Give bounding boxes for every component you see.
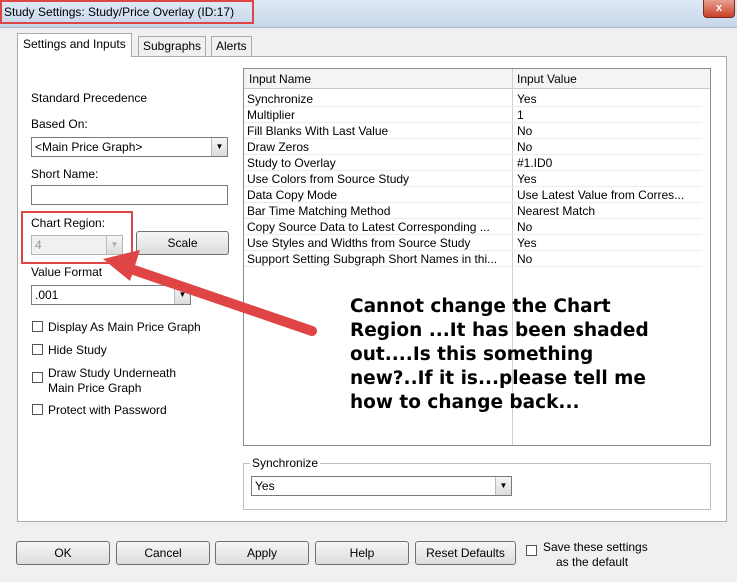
input-name-cell: Bar Time Matching Method: [247, 204, 391, 218]
hide-study-label: Hide Study: [48, 343, 107, 357]
input-name-cell: Study to Overlay: [247, 156, 336, 170]
input-value-cell[interactable]: No: [517, 220, 702, 234]
annotation-line: new?..If it is...please tell me: [350, 368, 646, 389]
chevron-down-icon: ▼: [211, 138, 227, 156]
protect-with-password-label: Protect with Password: [48, 403, 167, 417]
apply-button[interactable]: Apply: [215, 541, 309, 565]
value-format-select[interactable]: .001 ▼: [31, 285, 191, 305]
based-on-value: <Main Price Graph>: [35, 140, 143, 154]
ok-button[interactable]: OK: [16, 541, 110, 565]
table-row[interactable]: Copy Source Data to Latest Corresponding…: [244, 219, 702, 235]
tab-subgraphs[interactable]: Subgraphs: [138, 36, 207, 56]
input-name-cell: Use Colors from Source Study: [247, 172, 410, 186]
table-row[interactable]: Data Copy Mode Use Latest Value from Corr…: [244, 187, 702, 203]
hide-study-checkbox[interactable]: [32, 344, 43, 355]
synchronize-group-title: Synchronize: [250, 456, 321, 470]
annotation-line: Cannot change the Chart: [350, 296, 611, 317]
input-name-cell: Copy Source Data to Latest Corresponding…: [247, 220, 490, 234]
value-format-value: .001: [35, 288, 59, 302]
table-row[interactable]: Bar Time Matching Method Nearest Match: [244, 203, 702, 219]
annotation-line: how to change back...: [350, 392, 580, 413]
based-on-select[interactable]: <Main Price Graph> ▼: [31, 137, 228, 157]
table-row[interactable]: Study to Overlay #1.ID0: [244, 155, 702, 171]
draw-study-underneath-checkbox[interactable]: [32, 372, 43, 383]
input-value-cell[interactable]: No: [517, 252, 702, 266]
column-header-input-value[interactable]: Input Value: [517, 72, 577, 86]
grid-header: Input Name Input Value: [244, 69, 710, 89]
synchronize-select[interactable]: Yes ▼: [251, 476, 512, 496]
input-name-cell: Data Copy Mode: [247, 188, 338, 202]
input-name-cell: Fill Blanks With Last Value: [247, 124, 389, 138]
short-name-label: Short Name:: [31, 167, 99, 181]
close-button[interactable]: x: [703, 0, 735, 18]
table-row[interactable]: Use Styles and Widths from Source Study Y…: [244, 235, 702, 251]
input-name-cell: Multiplier: [247, 108, 296, 122]
table-row[interactable]: Support Setting Subgraph Short Names in …: [244, 251, 702, 267]
synchronize-value: Yes: [255, 479, 275, 493]
synchronize-group: Synchronize Yes ▼: [243, 456, 711, 510]
table-row[interactable]: Synchronize Yes: [244, 91, 702, 107]
display-as-main-price-graph-checkbox[interactable]: [32, 321, 43, 332]
table-row[interactable]: Draw Zeros No: [244, 139, 702, 155]
column-header-input-name[interactable]: Input Name: [249, 72, 311, 86]
standard-precedence-label: Standard Precedence: [31, 91, 148, 105]
chevron-down-icon: ▼: [174, 286, 190, 304]
draw-study-underneath-label: Draw Study Underneath: [48, 366, 177, 380]
input-value-cell[interactable]: Yes: [517, 92, 702, 106]
save-as-default-label: Save these settings: [543, 540, 648, 554]
input-value-cell[interactable]: 1: [517, 108, 702, 122]
close-icon: x: [715, 2, 723, 14]
tab-alerts[interactable]: Alerts: [211, 36, 252, 56]
help-button[interactable]: Help: [315, 541, 409, 565]
display-as-main-price-graph-label: Display As Main Price Graph: [48, 320, 201, 334]
save-as-default-label-line2: as the default: [556, 555, 629, 569]
input-value-cell[interactable]: Yes: [517, 236, 702, 250]
title-highlight-box: [0, 0, 254, 24]
chart-region-highlight-box: [21, 211, 133, 264]
draw-study-underneath-label-line2: Main Price Graph: [48, 381, 142, 395]
annotation-text: Cannot change the Chart Region ...It has…: [350, 295, 710, 415]
input-value-cell[interactable]: Nearest Match: [517, 204, 702, 218]
protect-with-password-checkbox[interactable]: [32, 404, 43, 415]
input-name-cell: Synchronize: [247, 92, 314, 106]
cancel-button[interactable]: Cancel: [116, 541, 210, 565]
short-name-input[interactable]: [31, 185, 228, 205]
input-value-cell[interactable]: Use Latest Value from Corres...: [517, 188, 702, 202]
save-as-default-checkbox[interactable]: [526, 545, 537, 556]
annotation-line: Region ...It has been shaded: [350, 320, 649, 341]
based-on-label: Based On:: [31, 117, 88, 131]
reset-defaults-button[interactable]: Reset Defaults: [415, 541, 516, 565]
input-name-cell: Draw Zeros: [247, 140, 310, 154]
input-value-cell[interactable]: No: [517, 140, 702, 154]
annotation-line: out....Is this something: [350, 344, 594, 365]
value-format-label: Value Format: [31, 265, 103, 279]
input-value-cell[interactable]: Yes: [517, 172, 702, 186]
input-value-cell[interactable]: No: [517, 124, 702, 138]
input-name-cell: Use Styles and Widths from Source Study: [247, 236, 471, 250]
tab-settings-and-inputs[interactable]: Settings and Inputs: [17, 33, 132, 57]
table-row[interactable]: Fill Blanks With Last Value No: [244, 123, 702, 139]
chevron-down-icon: ▼: [495, 477, 511, 495]
table-row[interactable]: Use Colors from Source Study Yes: [244, 171, 702, 187]
scale-button[interactable]: Scale: [136, 231, 229, 255]
input-value-cell[interactable]: #1.ID0: [517, 156, 702, 170]
table-row[interactable]: Multiplier 1: [244, 107, 702, 123]
input-name-cell: Support Setting Subgraph Short Names in …: [247, 252, 498, 266]
